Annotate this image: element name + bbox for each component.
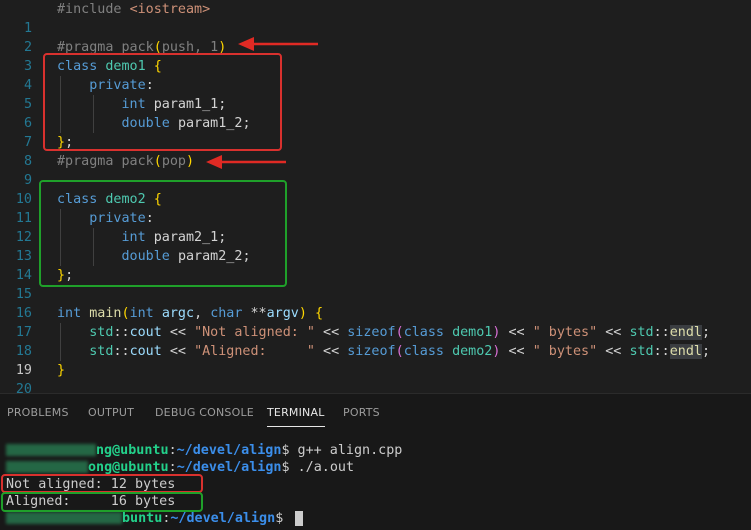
tab-debug-console[interactable]: DEBUG CONSOLE [155,406,254,419]
code-line[interactable]: 9 #pragma pack(pop) [0,152,751,188]
code-line[interactable]: 17 int main(int argc, char **argv) { [0,304,751,340]
redacted-username [6,444,96,456]
terminal-cursor [295,510,304,526]
panel-tabs: PROBLEMS OUTPUT DEBUG CONSOLE TERMINAL P… [0,394,751,432]
annotation-box-demo2 [39,180,287,287]
highlighted-symbol: endl [669,344,702,359]
code-line[interactable]: 19 std::cout << "Aligned: " << sizeof(cl… [0,342,751,378]
code-editor[interactable]: 1 #include <iostream> 2 3 #pragma pack(p… [0,0,751,397]
string-literal: "Aligned: " [194,344,315,359]
code-line[interactable]: 2 [0,19,751,55]
preprocessor-directive: #include [57,2,122,17]
bottom-panel: PROBLEMS OUTPUT DEBUG CONSOLE TERMINAL P… [0,393,751,530]
preprocessor-directive: #pragma [57,154,114,169]
code-line[interactable]: 16 [0,285,751,321]
annotation-arrow-icon [238,37,318,51]
highlighted-symbol: endl [669,325,702,340]
annotation-box-aligned [1,492,203,512]
tab-ports[interactable]: PORTS [343,406,380,419]
annotation-box-demo1 [43,53,282,151]
code-line[interactable]: 1 #include <iostream> [0,0,751,36]
string-literal: "Not aligned: " [194,325,315,340]
include-header: <iostream> [129,2,211,17]
function-name: main [89,306,122,321]
code-line[interactable]: 20 } [0,361,751,397]
tab-output[interactable]: OUTPUT [88,406,134,419]
tab-terminal[interactable]: TERMINAL [267,406,325,427]
annotation-box-not-aligned [1,474,203,493]
tab-problems[interactable]: PROBLEMS [7,406,69,419]
terminal-line: buntu:~/devel/align$ [6,510,304,527]
code-line[interactable]: 18 std::cout << "Not aligned: " << sizeo… [0,323,751,359]
terminal-line: ng@ubuntu:~/devel/align$ g++ align.cpp [6,442,402,459]
redacted-username [6,512,122,524]
redacted-username [6,461,88,473]
annotation-arrow-icon [206,155,286,169]
